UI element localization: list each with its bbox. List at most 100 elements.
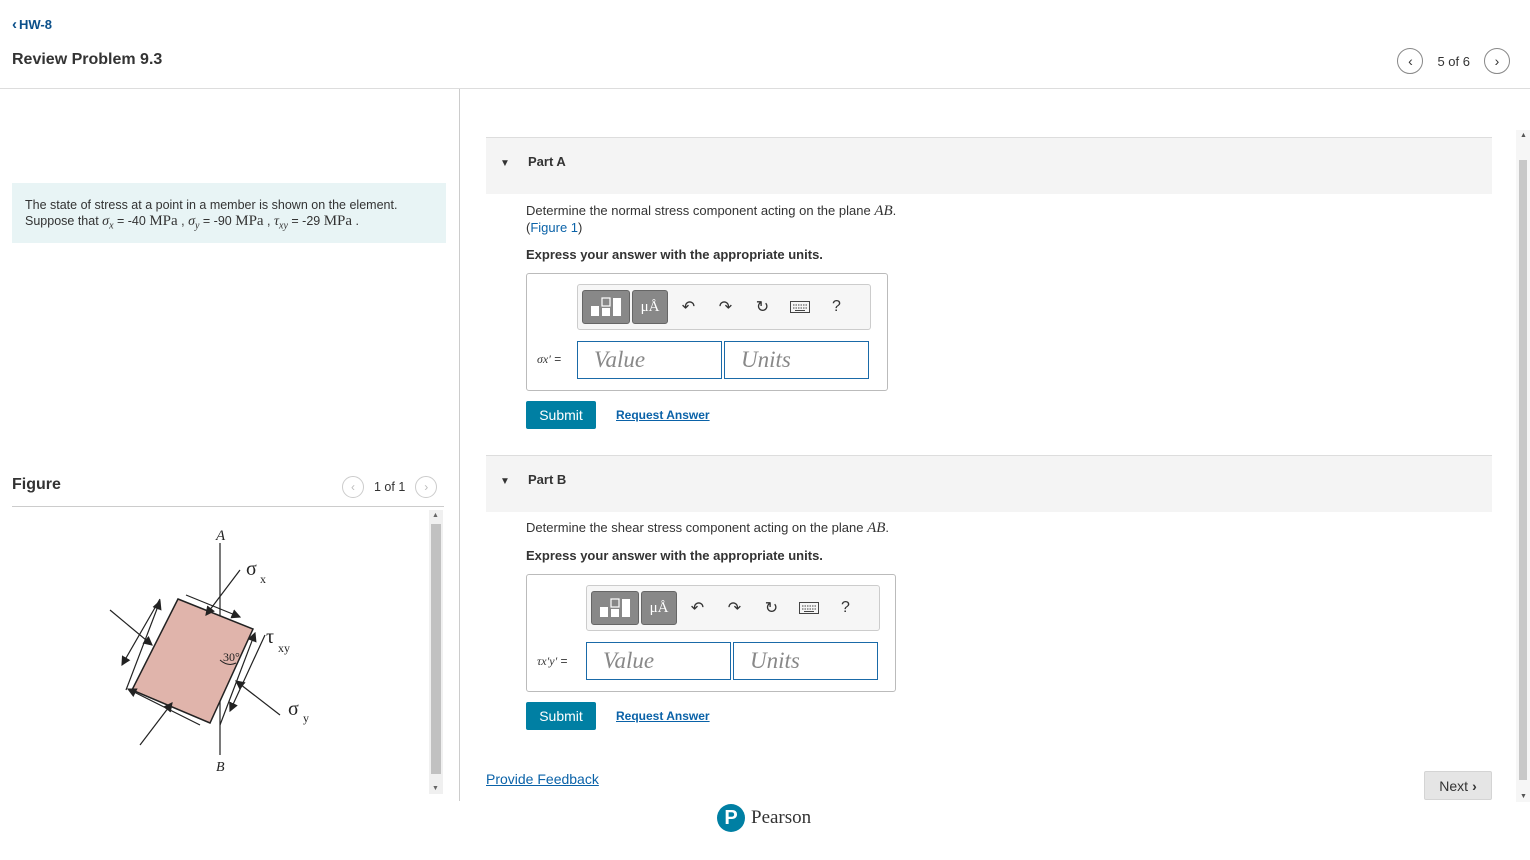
part-a-figure-ref: (Figure 1) xyxy=(526,220,583,235)
problem-line-2: Suppose that σx = -40 MPa , σy = -90 MPa… xyxy=(25,213,359,232)
templates-icon xyxy=(600,598,630,617)
problem-line-1: The state of stress at a point in a memb… xyxy=(25,198,398,212)
scroll-down-icon[interactable]: ▼ xyxy=(1520,793,1527,800)
part-a-value-input[interactable]: Value xyxy=(577,341,722,379)
part-b-question: Determine the shear stress component act… xyxy=(526,520,890,536)
page-title: Review Problem 9.3 xyxy=(12,51,163,68)
prev-problem-button[interactable]: ‹ xyxy=(1397,48,1424,74)
templates-button[interactable] xyxy=(582,290,630,324)
part-a-units-input[interactable]: Units xyxy=(724,341,869,379)
help-icon: ? xyxy=(832,298,841,315)
templates-button[interactable] xyxy=(591,591,639,625)
help-icon: ? xyxy=(841,599,850,616)
sigma-y-arrow-right xyxy=(235,680,281,716)
reset-button[interactable]: ↻ xyxy=(753,591,790,625)
label-sigma-y-sub: y xyxy=(303,711,309,725)
help-button[interactable]: ? xyxy=(818,290,855,324)
label-tau-xy: τ xyxy=(266,626,274,648)
undo-icon: ↶ xyxy=(690,600,705,617)
part-b-label: Part B xyxy=(528,472,567,487)
chevron-right-icon: › xyxy=(424,480,429,494)
label-angle: 30° xyxy=(223,650,240,664)
pearson-name: Pearson xyxy=(751,807,812,828)
reset-button[interactable]: ↻ xyxy=(744,290,781,324)
main-scrollbar[interactable]: ▲ ▼ xyxy=(1516,130,1530,802)
figure-divider xyxy=(12,506,444,507)
next-problem-button[interactable]: › xyxy=(1484,48,1510,74)
problem-pager-text: 5 of 6 xyxy=(1437,53,1470,69)
redo-icon: ↷ xyxy=(727,600,742,617)
pearson-brand: P Pearson xyxy=(717,804,811,832)
reset-icon: ↻ xyxy=(764,600,779,617)
part-a-instructions: Express your answer with the appropriate… xyxy=(526,247,823,262)
chevron-left-icon: ‹ xyxy=(12,16,17,33)
figure-1-link[interactable]: Figure 1 xyxy=(530,220,578,235)
keyboard-button[interactable] xyxy=(790,591,827,625)
undo-button[interactable]: ↶ xyxy=(679,591,716,625)
redo-button[interactable]: ↷ xyxy=(707,290,744,324)
part-a-math-toolbar: μÅ ↶ ↷ ↻ ? xyxy=(577,284,871,330)
back-link-label: HW-8 xyxy=(19,17,52,32)
label-a: A xyxy=(215,528,226,544)
part-a-submit-button[interactable]: Submit xyxy=(526,401,596,429)
back-link-hw8[interactable]: ‹ HW-8 xyxy=(12,16,52,33)
undo-icon: ↶ xyxy=(681,299,696,316)
pearson-logo: P xyxy=(717,804,745,832)
chevron-left-icon: ‹ xyxy=(1408,53,1413,69)
stress-element-figure: A B 30° σ x τ xy σ y xyxy=(109,528,309,775)
figure-heading: Figure xyxy=(12,476,61,493)
header-divider xyxy=(0,88,1530,89)
redo-button[interactable]: ↷ xyxy=(716,591,753,625)
part-b-value-input[interactable]: Value xyxy=(586,642,731,680)
caret-down-icon: ▼ xyxy=(500,476,510,487)
label-b: B xyxy=(216,760,225,775)
units-symbol-button[interactable]: μÅ xyxy=(632,290,668,324)
figure-scroll-thumb[interactable] xyxy=(431,524,441,774)
part-a-question: Determine the normal stress component ac… xyxy=(526,203,897,219)
part-b-variable-label: τx′y′ = xyxy=(537,654,568,668)
part-b-header[interactable]: ▼ Part B xyxy=(486,455,1492,512)
figure-pager-text: 1 of 1 xyxy=(374,480,406,494)
chevron-right-icon: › xyxy=(1472,777,1477,794)
part-a-answer-box: μÅ ↶ ↷ ↻ ? σx′ = Value Units xyxy=(526,273,888,391)
column-divider xyxy=(459,89,460,801)
part-b-instructions: Express your answer with the appropriate… xyxy=(526,548,823,563)
caret-down-icon: ▼ xyxy=(500,158,510,169)
sigma-x-arrow-bottom xyxy=(139,702,173,746)
keyboard-button[interactable] xyxy=(781,290,818,324)
next-button[interactable]: Next › xyxy=(1424,771,1492,800)
next-figure-button[interactable]: › xyxy=(415,476,438,498)
redo-icon: ↷ xyxy=(718,299,733,316)
label-sigma-y: σ xyxy=(288,698,299,720)
part-b-submit-button[interactable]: Submit xyxy=(526,702,596,730)
keyboard-icon xyxy=(798,602,819,614)
chevron-right-icon: › xyxy=(1494,53,1500,69)
prev-figure-button[interactable]: ‹ xyxy=(342,476,364,498)
part-b-request-answer-link[interactable]: Request Answer xyxy=(616,709,710,723)
label-tau-xy-sub: xy xyxy=(278,641,290,655)
label-sigma-x-sub: x xyxy=(260,572,266,586)
problem-statement: The state of stress at a point in a memb… xyxy=(12,183,446,243)
sigma-x-arrow-top xyxy=(205,569,241,616)
units-symbol-button[interactable]: μÅ xyxy=(641,591,677,625)
figure-scrollbar[interactable]: ▲ ▼ xyxy=(429,510,443,794)
part-a-header[interactable]: ▼ Part A xyxy=(486,137,1492,194)
main-scroll-thumb[interactable] xyxy=(1519,160,1527,780)
scroll-up-icon[interactable]: ▲ xyxy=(1520,132,1527,139)
templates-icon xyxy=(591,297,621,316)
scroll-down-icon[interactable]: ▼ xyxy=(432,785,439,792)
next-button-label: Next xyxy=(1439,777,1469,794)
part-a-variable-label: σx′ = xyxy=(537,352,562,366)
help-button[interactable]: ? xyxy=(827,591,864,625)
provide-feedback-link[interactable]: Provide Feedback xyxy=(486,771,599,787)
part-b-units-input[interactable]: Units xyxy=(733,642,878,680)
reset-icon: ↻ xyxy=(755,299,770,316)
undo-button[interactable]: ↶ xyxy=(670,290,707,324)
chevron-left-icon: ‹ xyxy=(351,480,355,494)
scroll-up-icon[interactable]: ▲ xyxy=(432,512,439,519)
part-b-math-toolbar: μÅ ↶ ↷ ↻ ? xyxy=(586,585,880,631)
keyboard-icon xyxy=(789,301,810,313)
part-a-request-answer-link[interactable]: Request Answer xyxy=(616,408,710,422)
figure-pager: ‹ 1 of 1 › xyxy=(342,476,438,498)
label-sigma-x: σ xyxy=(246,558,257,580)
